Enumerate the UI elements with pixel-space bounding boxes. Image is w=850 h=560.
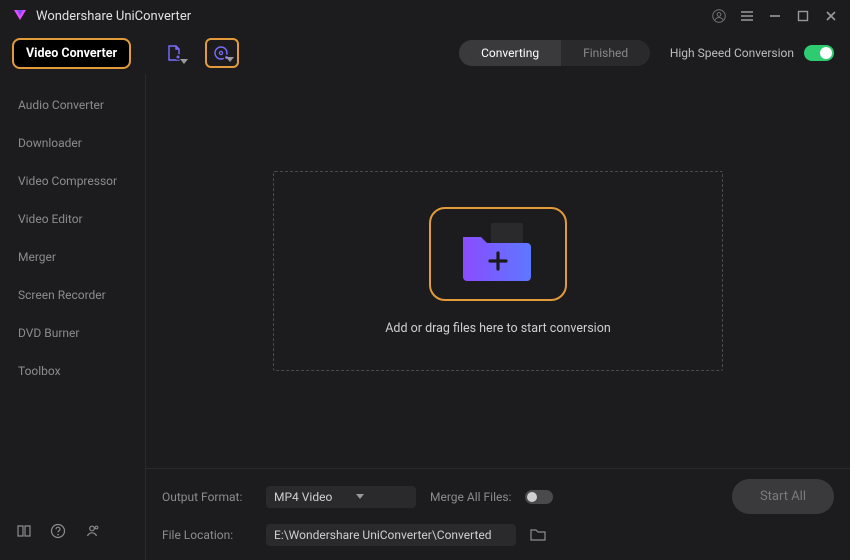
high-speed-label: High Speed Conversion xyxy=(670,46,794,60)
sidebar: Audio Converter Downloader Video Compres… xyxy=(0,74,146,560)
main: Audio Converter Downloader Video Compres… xyxy=(0,74,850,560)
chevron-down-icon xyxy=(226,57,234,62)
status-tabs: Converting Finished xyxy=(459,40,650,66)
sidebar-item-toolbox[interactable]: Toolbox xyxy=(0,352,145,390)
file-location-label: File Location: xyxy=(162,528,252,542)
dropzone-area: Add or drag files here to start conversi… xyxy=(146,74,850,468)
output-format-value: MP4 Video xyxy=(274,490,332,504)
tab-converting[interactable]: Converting xyxy=(459,40,561,66)
folder-plus-icon xyxy=(457,223,539,285)
sidebar-item-dvd-burner[interactable]: DVD Burner xyxy=(0,314,145,352)
active-tool-pill[interactable]: Video Converter xyxy=(12,38,131,69)
sidebar-item-downloader[interactable]: Downloader xyxy=(0,124,145,162)
sidebar-item-video-compressor[interactable]: Video Compressor xyxy=(0,162,145,200)
output-format-label: Output Format: xyxy=(162,490,252,504)
titlebar-right xyxy=(712,9,838,23)
minimize-button[interactable] xyxy=(768,9,782,23)
sidebar-item-screen-recorder[interactable]: Screen Recorder xyxy=(0,276,145,314)
titlebar: Wondershare UniConverter xyxy=(0,0,850,32)
sidebar-item-video-editor[interactable]: Video Editor xyxy=(0,200,145,238)
high-speed-toggle[interactable] xyxy=(804,45,834,61)
file-location-path[interactable]: E:\Wondershare UniConverter\Converted xyxy=(266,524,516,546)
maximize-button[interactable] xyxy=(796,9,810,23)
add-files-frame[interactable] xyxy=(429,207,567,301)
file-location-value: E:\Wondershare UniConverter\Converted xyxy=(274,528,492,542)
open-folder-button[interactable] xyxy=(530,527,546,544)
titlebar-left: Wondershare UniConverter xyxy=(12,7,191,26)
dropzone-text: Add or drag files here to start conversi… xyxy=(385,321,611,336)
footer-row-2: File Location: E:\Wondershare UniConvert… xyxy=(162,524,834,546)
sidebar-bottom xyxy=(0,509,145,560)
start-all-button[interactable]: Start All xyxy=(732,479,834,514)
app-logo-icon xyxy=(12,7,28,26)
chevron-down-icon xyxy=(180,59,188,64)
help-icon[interactable] xyxy=(50,523,66,542)
topbar: Video Converter Converting Finished High… xyxy=(0,32,850,74)
add-file-button[interactable] xyxy=(157,38,191,68)
sidebar-item-merger[interactable]: Merger xyxy=(0,238,145,276)
merge-label: Merge All Files: xyxy=(430,490,511,504)
footer: Output Format: MP4 Video Merge All Files… xyxy=(146,468,850,560)
dropzone[interactable]: Add or drag files here to start conversi… xyxy=(273,171,723,371)
tab-finished[interactable]: Finished xyxy=(561,40,650,66)
account-icon[interactable] xyxy=(712,9,726,23)
footer-row-1: Output Format: MP4 Video Merge All Files… xyxy=(162,479,834,514)
guide-icon[interactable] xyxy=(16,523,32,542)
app-title: Wondershare UniConverter xyxy=(36,9,191,24)
high-speed-toggle-group: High Speed Conversion xyxy=(670,45,834,61)
add-dvd-button[interactable] xyxy=(205,38,239,68)
chevron-down-icon xyxy=(356,494,364,499)
output-format-select[interactable]: MP4 Video xyxy=(266,486,416,508)
sidebar-item-audio-converter[interactable]: Audio Converter xyxy=(0,86,145,124)
merge-toggle[interactable] xyxy=(525,490,553,504)
folder-icon xyxy=(530,527,546,541)
feedback-icon[interactable] xyxy=(84,523,100,542)
close-button[interactable] xyxy=(824,9,838,23)
menu-icon[interactable] xyxy=(740,9,754,23)
content: Add or drag files here to start conversi… xyxy=(146,74,850,560)
